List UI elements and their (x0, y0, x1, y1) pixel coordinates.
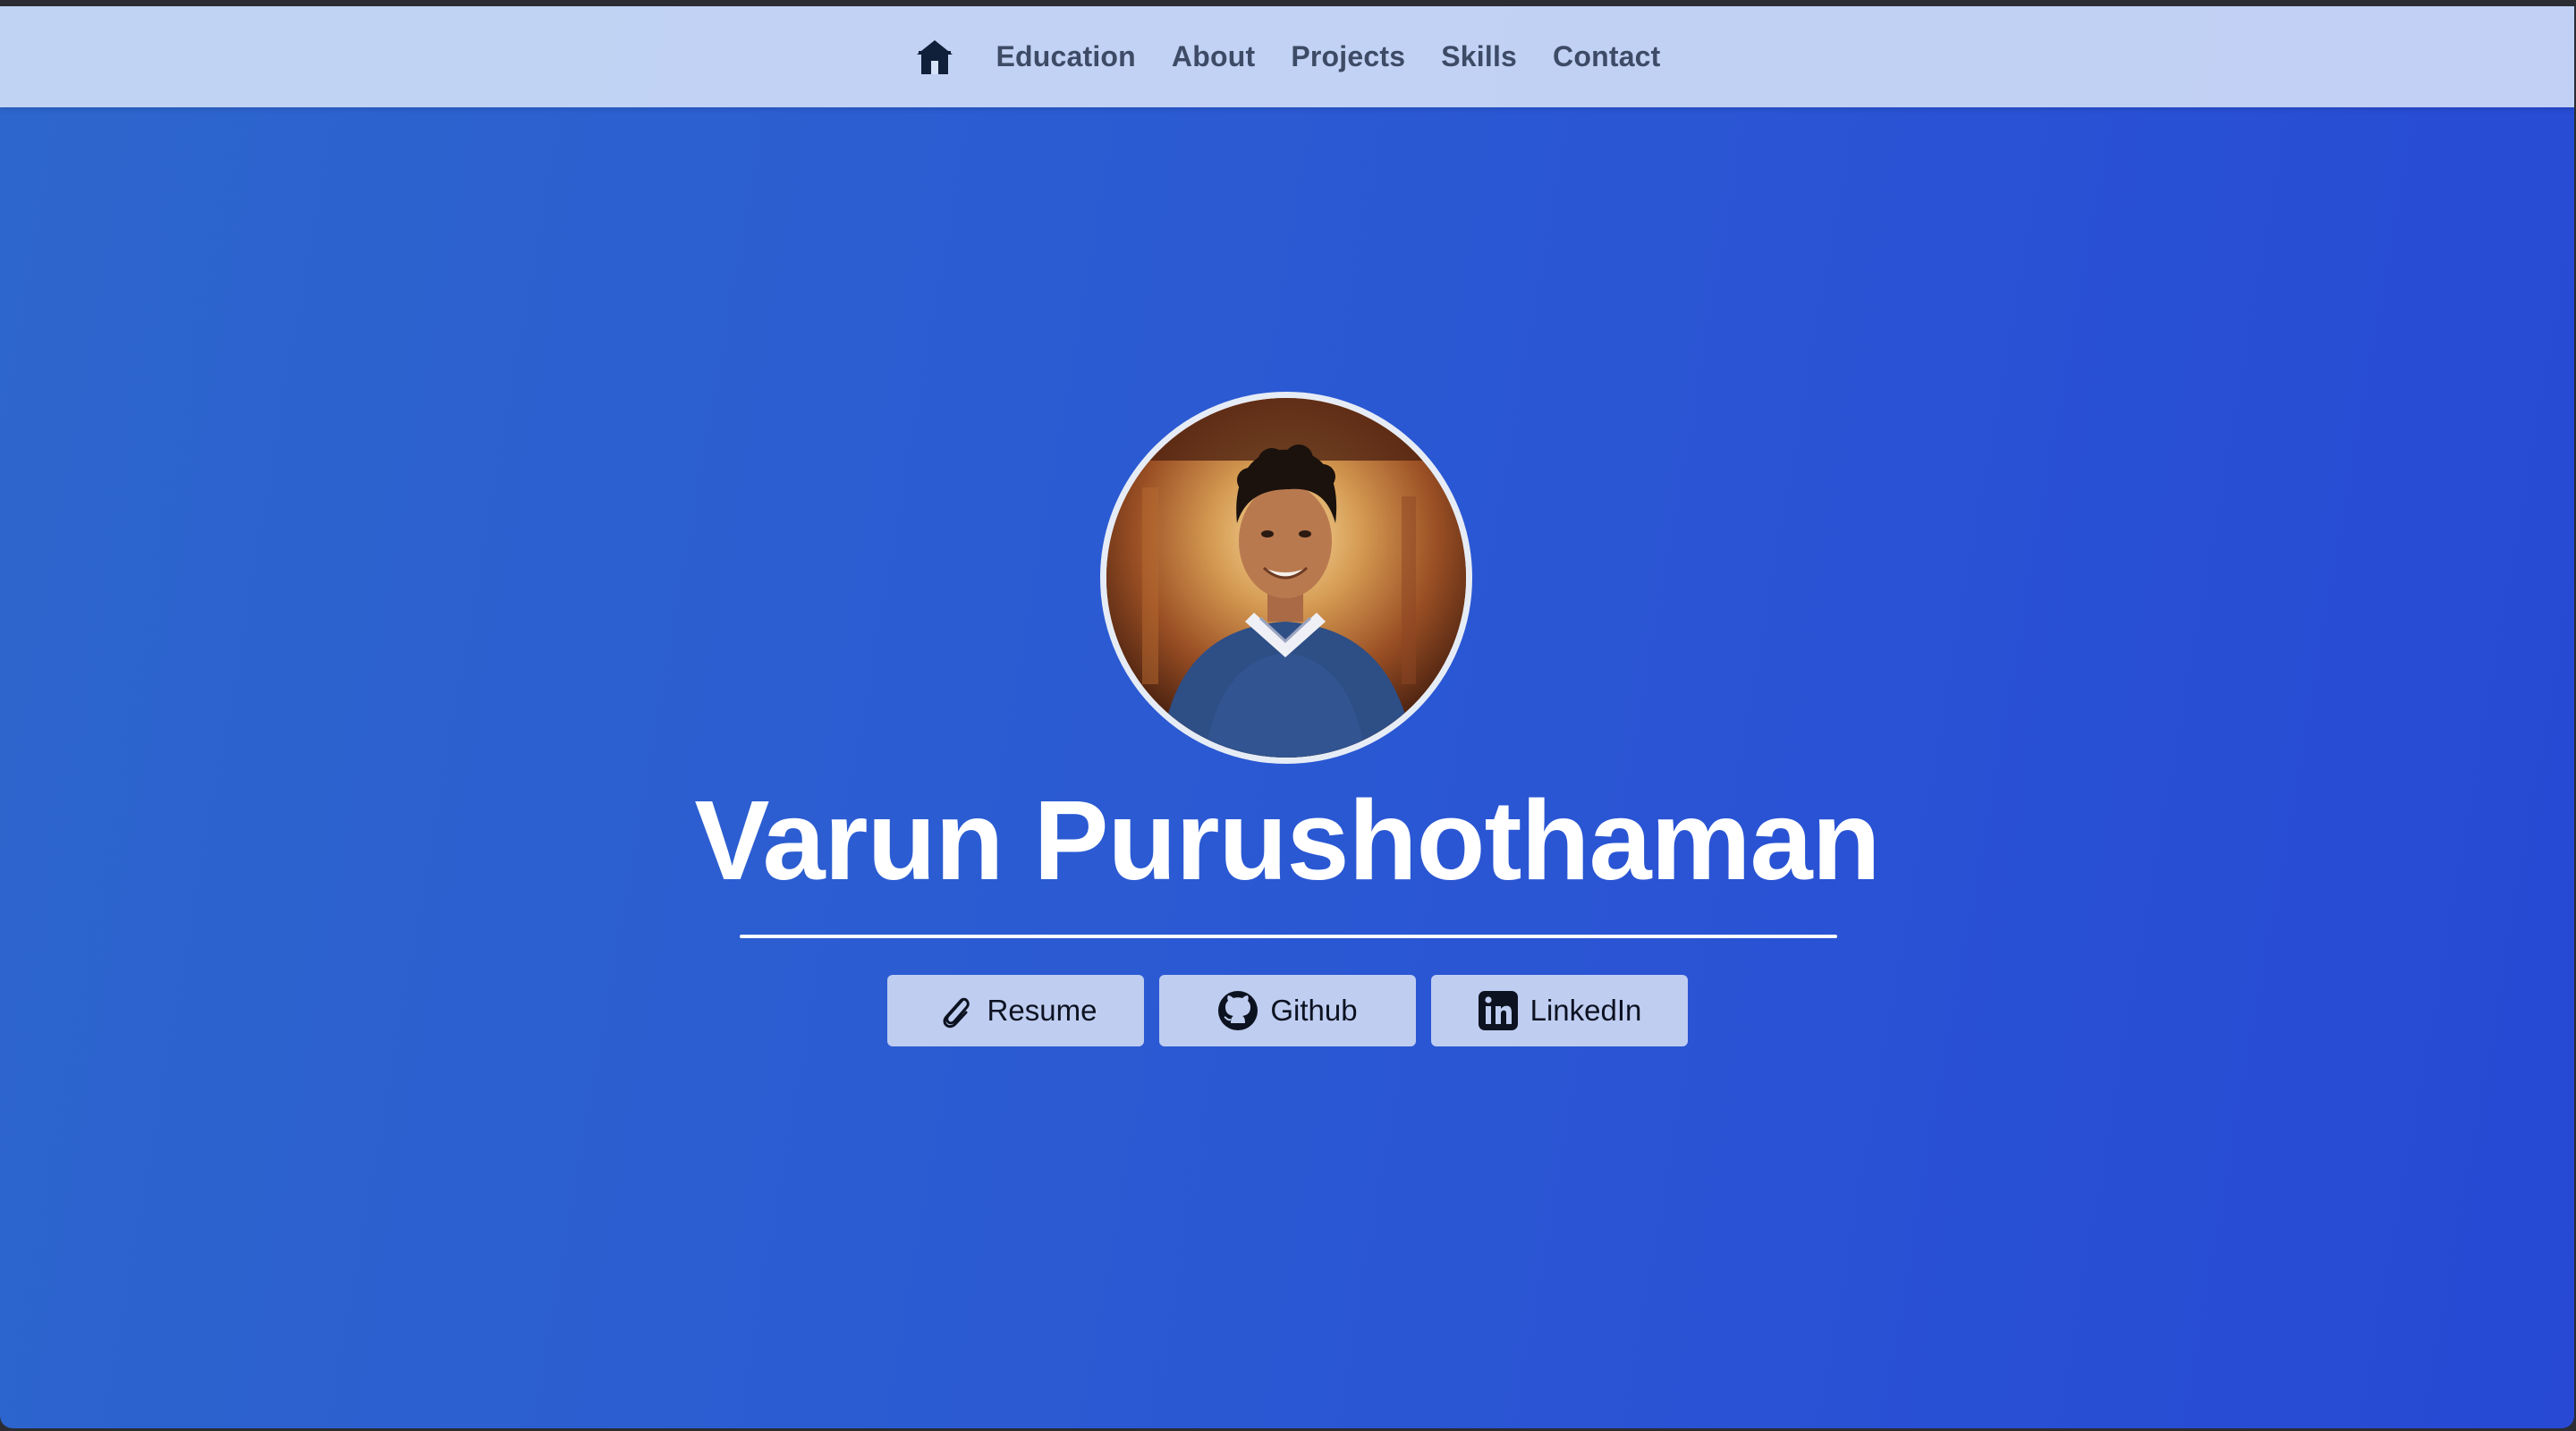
nav-contact[interactable]: Contact (1553, 40, 1661, 73)
nav-education[interactable]: Education (996, 40, 1135, 73)
home-link[interactable] (913, 36, 956, 79)
nav-skills[interactable]: Skills (1441, 40, 1517, 73)
portfolio-page: Education About Projects Skills Contact (0, 6, 2574, 1428)
resume-label: Resume (987, 994, 1097, 1027)
profile-name: Varun Purushothaman (694, 777, 1880, 903)
browser-window: Education About Projects Skills Contact (0, 0, 2576, 1431)
profile-photo (1106, 398, 1466, 758)
top-navbar: Education About Projects Skills Contact (0, 6, 2574, 107)
link-buttons: Resume Github LinkedIn (0, 975, 2574, 1046)
github-button[interactable]: Github (1158, 975, 1416, 1046)
nav-projects[interactable]: Projects (1291, 40, 1405, 73)
nav-links: Education About Projects Skills Contact (913, 36, 1660, 79)
github-label: Github (1270, 994, 1358, 1027)
github-icon (1216, 989, 1259, 1032)
paperclip-icon (934, 989, 977, 1032)
home-icon (917, 39, 953, 74)
hero-section: Varun Purushothaman Resume Github Linked… (0, 107, 2574, 1428)
linkedin-button[interactable]: LinkedIn (1430, 975, 1688, 1046)
linkedin-label: LinkedIn (1530, 994, 1642, 1027)
title-divider (740, 935, 1837, 938)
linkedin-icon (1477, 989, 1520, 1032)
nav-about[interactable]: About (1172, 40, 1255, 73)
profile-avatar (1100, 392, 1472, 764)
resume-button[interactable]: Resume (886, 975, 1144, 1046)
